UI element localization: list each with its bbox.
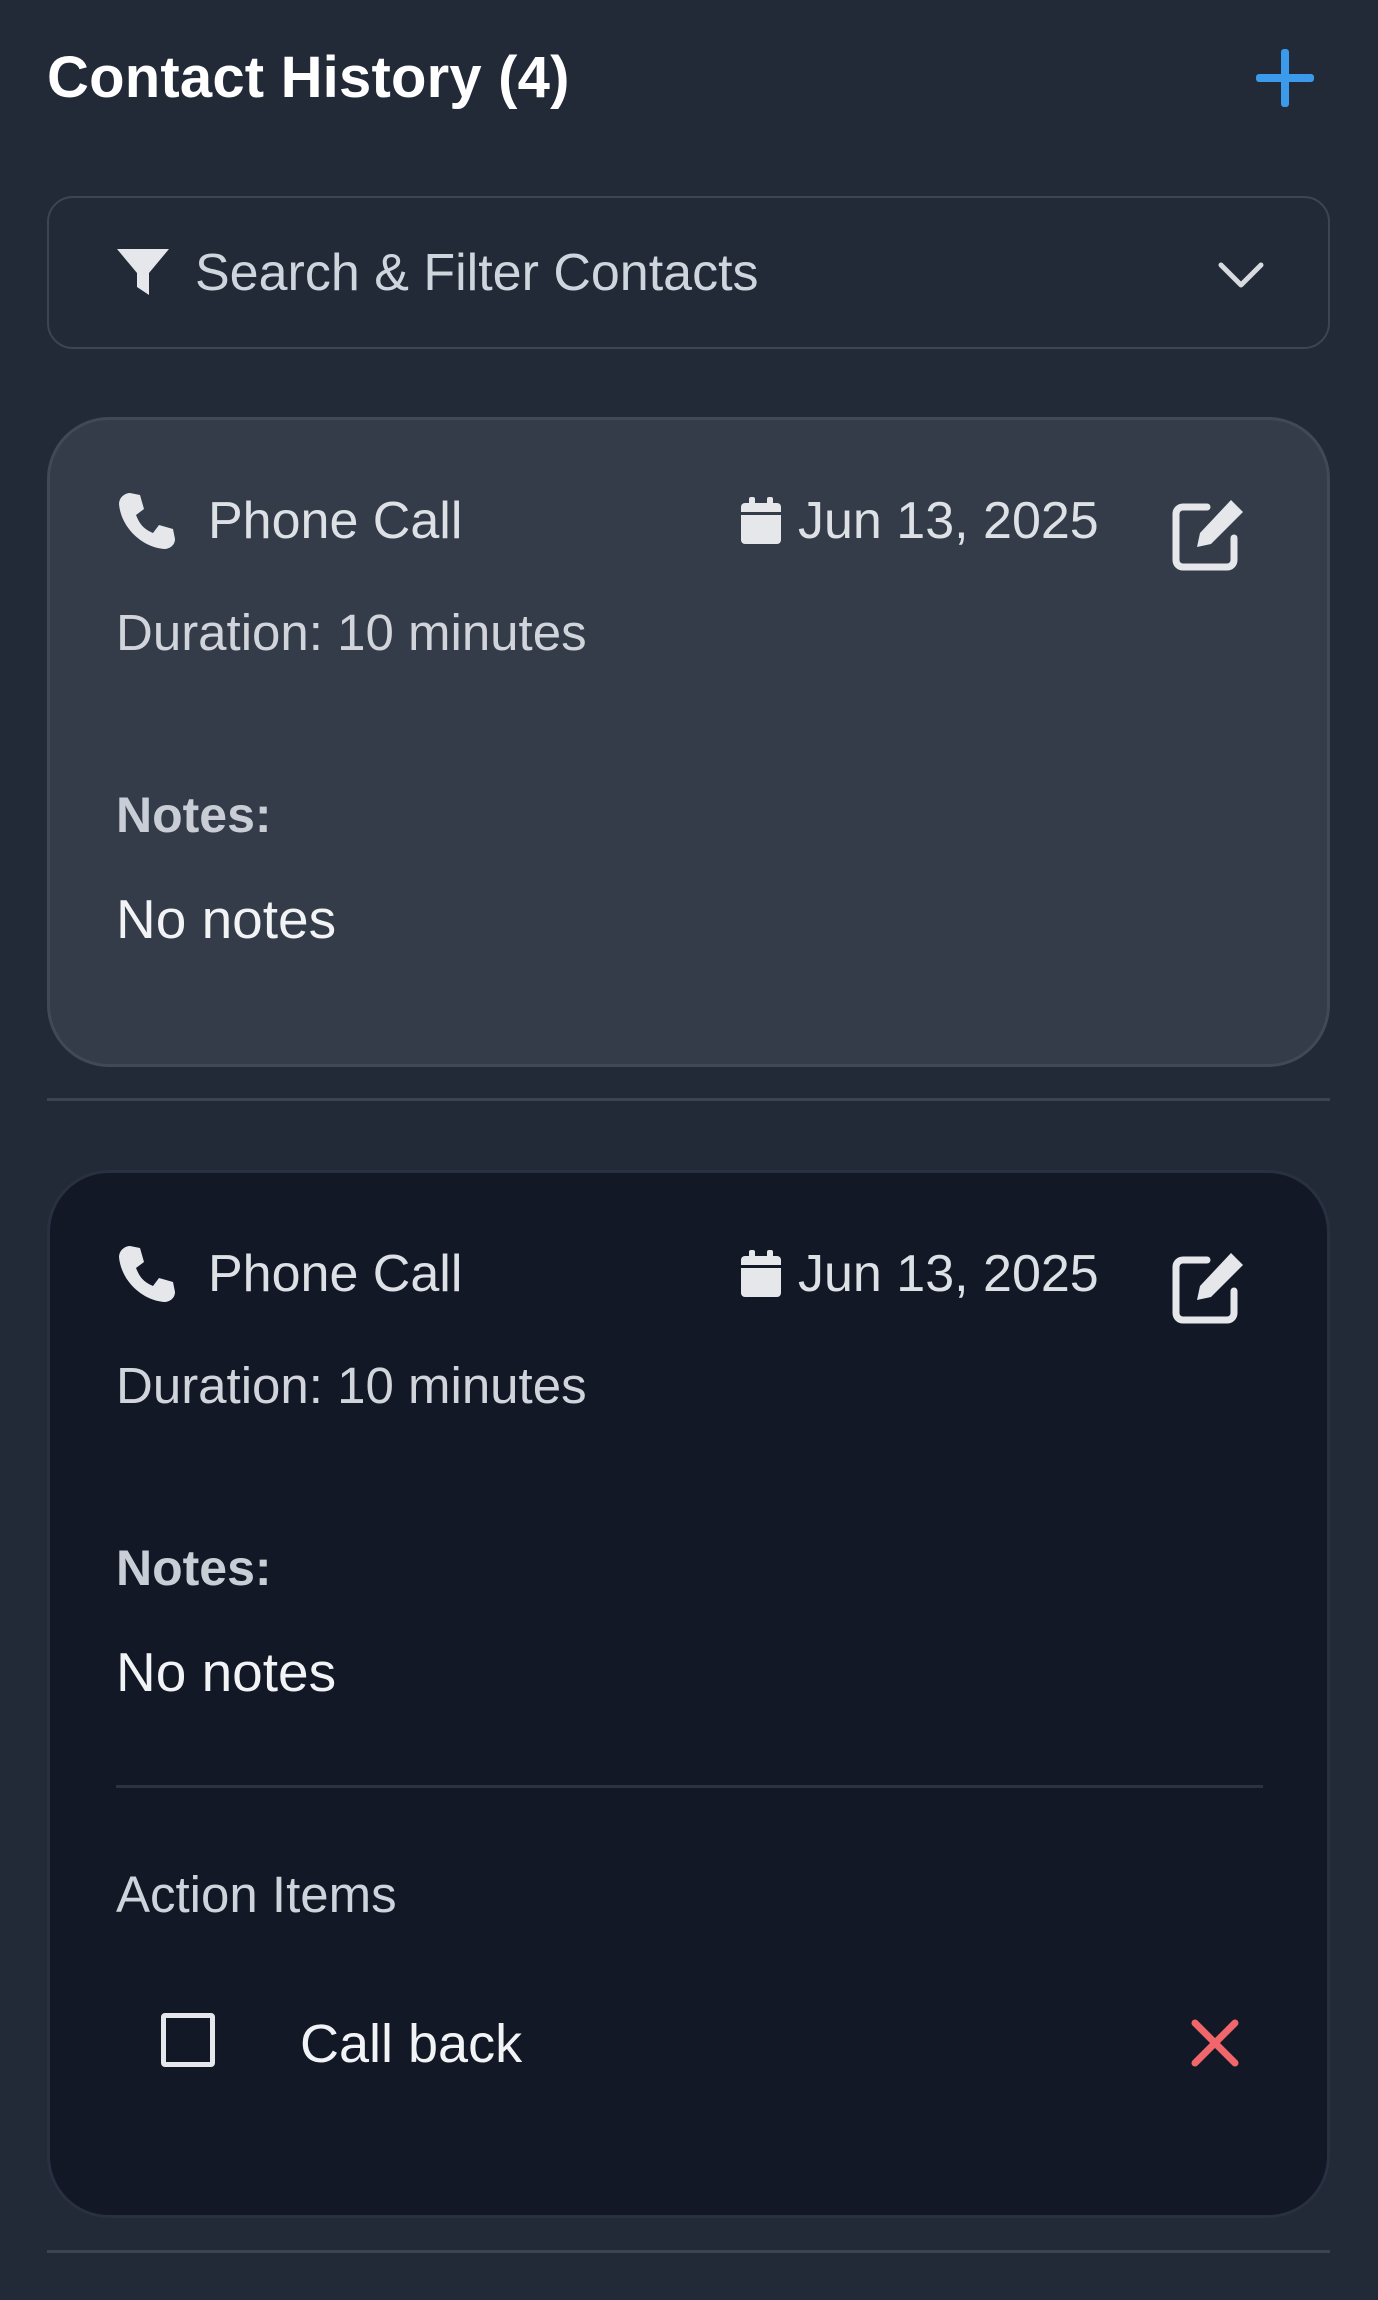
contact-type: Phone Call [208,1245,463,1303]
contact-date: Jun 13, 2025 [798,492,1099,550]
card-divider [47,2250,1330,2253]
chevron-down-icon [1216,258,1266,292]
contact-duration: Duration: 10 minutes [116,1357,587,1414]
calendar-icon [740,1250,782,1298]
plus-icon [1256,48,1314,107]
contact-date: Jun 13, 2025 [798,1245,1099,1303]
notes-value: No notes [116,1641,337,1703]
filter-icon [115,247,171,299]
contact-card[interactable]: Phone Call Jun 13, 2025 Duration: 10 min… [47,1170,1330,2218]
filter-label: Search & Filter Contacts [195,243,759,302]
contact-duration: Duration: 10 minutes [116,604,587,661]
panel-header: Contact History (4) [47,40,1319,115]
action-items-divider [116,1785,1263,1788]
contact-history-panel: Contact History (4) Search & Filter Cont… [0,0,1378,2300]
calendar-icon [740,497,782,545]
search-filter-toggle[interactable]: Search & Filter Contacts [47,196,1330,349]
edit-icon[interactable] [1171,496,1247,572]
page-title: Contact History (4) [47,45,570,110]
contact-card[interactable]: Phone Call Jun 13, 2025 Duration: 10 min… [47,417,1330,1067]
card-divider [47,1098,1330,1101]
action-items-title: Action Items [116,1866,397,1923]
notes-label: Notes: [116,787,272,843]
edit-icon[interactable] [1171,1249,1247,1325]
phone-icon [116,1243,178,1305]
notes-value: No notes [116,888,337,950]
action-item-text: Call back [300,2014,523,2074]
close-icon[interactable] [1187,2015,1243,2071]
phone-icon [116,490,178,552]
notes-label: Notes: [116,1540,272,1596]
add-contact-button[interactable] [1251,44,1319,112]
action-item-checkbox[interactable] [161,2013,215,2067]
action-item: Call back [116,2005,1263,2085]
contact-type: Phone Call [208,492,463,550]
